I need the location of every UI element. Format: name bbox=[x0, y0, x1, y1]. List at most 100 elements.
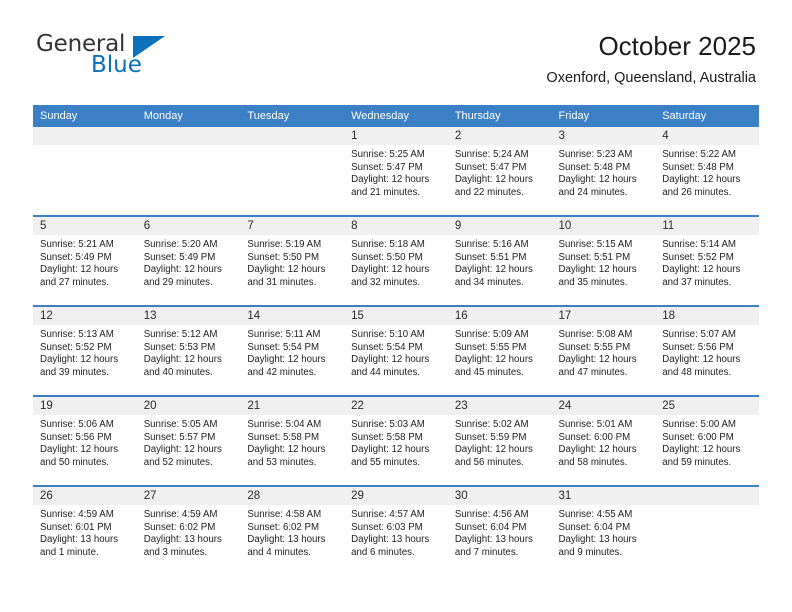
day-cell-inner: 2 Sunrise: 5:24 AM Sunset: 5:47 PM Daylight… bbox=[447, 127, 552, 215]
day-cell-inner: 7 Sunrise: 5:19 AM Sunset: 5:50 PM Daylight… bbox=[240, 217, 345, 305]
calendar-day-cell[interactable]: 3 Sunrise: 5:23 AM Sunset: 5:48 PM Daylight… bbox=[551, 127, 656, 216]
day-cell-details: Sunrise: 5:00 AM Sunset: 6:00 PM Daylight:… bbox=[655, 415, 759, 469]
calendar-day-cell[interactable]: 31 Sunrise: 4:55 AM Sunset: 6:04 PM Dayligh… bbox=[551, 485, 656, 575]
day-cell-details: Sunrise: 4:58 AM Sunset: 6:02 PM Daylight:… bbox=[240, 505, 344, 559]
sunset-text: Sunset: 5:55 PM bbox=[454, 341, 527, 353]
sunrise-text: Sunrise: 5:22 AM bbox=[662, 149, 736, 160]
day-cell-inner: 3 Sunrise: 5:23 AM Sunset: 5:48 PM Daylight… bbox=[551, 127, 656, 215]
day-cell-inner: 10 Sunrise: 5:15 AM Sunset: 5:51 PM Dayligh… bbox=[551, 217, 656, 305]
calendar-day-cell[interactable]: 14 Sunrise: 5:11 AM Sunset: 5:54 PM Dayligh… bbox=[240, 305, 345, 396]
sunrise-text: Sunrise: 5:20 AM bbox=[143, 239, 218, 250]
calendar-day-cell[interactable]: 30 Sunrise: 4:56 AM Sunset: 6:04 PM Dayligh… bbox=[447, 485, 552, 575]
calendar-day-cell[interactable]: 26 Sunrise: 4:59 AM Sunset: 6:01 PM Dayligh… bbox=[33, 485, 137, 575]
sunrise-text: Sunrise: 4:59 AM bbox=[143, 509, 218, 520]
day-number: 9 bbox=[447, 217, 552, 235]
sunrise-text: Sunrise: 4:56 AM bbox=[454, 509, 529, 520]
sunrise-text: Sunrise: 4:57 AM bbox=[351, 509, 425, 520]
calendar-day-cell[interactable]: 6 Sunrise: 5:20 AM Sunset: 5:49 PM Daylight… bbox=[136, 215, 241, 306]
daylight-text: Daylight: 12 hours and 22 minutes. bbox=[454, 174, 533, 198]
calendar-day-cell[interactable]: 9 Sunrise: 5:16 AM Sunset: 5:51 PM Daylight… bbox=[447, 215, 552, 306]
general-blue-logo[interactable]: General Blue bbox=[36, 32, 236, 88]
day-number: 28 bbox=[240, 487, 345, 505]
calendar-day-cell[interactable]: 25 Sunrise: 5:00 AM Sunset: 6:00 PM Dayligh… bbox=[655, 395, 759, 486]
calendar-day-cell[interactable]: 20 Sunrise: 5:05 AM Sunset: 5:57 PM Dayligh… bbox=[136, 395, 241, 486]
day-cell-details: Sunrise: 5:01 AM Sunset: 6:00 PM Daylight:… bbox=[552, 415, 656, 469]
sunrise-text: Sunrise: 5:12 AM bbox=[143, 329, 218, 340]
sunset-text: Sunset: 5:58 PM bbox=[247, 431, 320, 443]
weekday-header-sunday: Sunday bbox=[33, 105, 137, 127]
blue-triangle-icon bbox=[133, 36, 165, 58]
day-number: 3 bbox=[551, 127, 656, 145]
daylight-text: Daylight: 12 hours and 59 minutes. bbox=[662, 444, 741, 468]
sunrise-text: Sunrise: 5:03 AM bbox=[351, 419, 425, 430]
calendar-day-cell[interactable]: 4 Sunrise: 5:22 AM Sunset: 5:48 PM Daylight… bbox=[655, 127, 759, 216]
day-cell-inner: 4 Sunrise: 5:22 AM Sunset: 5:48 PM Daylight… bbox=[655, 127, 759, 215]
calendar-day-cell[interactable]: 11 Sunrise: 5:14 AM Sunset: 5:52 PM Dayligh… bbox=[655, 215, 759, 306]
calendar-day-cell[interactable]: 23 Sunrise: 5:02 AM Sunset: 5:59 PM Dayligh… bbox=[447, 395, 552, 486]
daylight-text: Daylight: 12 hours and 56 minutes. bbox=[454, 444, 533, 468]
calendar-day-cell[interactable]: 29 Sunrise: 4:57 AM Sunset: 6:03 PM Dayligh… bbox=[344, 485, 448, 575]
calendar-day-cell[interactable]: 1 Sunrise: 5:25 AM Sunset: 5:47 PM Daylight… bbox=[344, 127, 448, 216]
daylight-text: Daylight: 12 hours and 53 minutes. bbox=[247, 444, 326, 468]
sunrise-text: Sunrise: 5:09 AM bbox=[454, 329, 529, 340]
sunset-text: Sunset: 5:48 PM bbox=[662, 161, 734, 173]
sunset-text: Sunset: 5:52 PM bbox=[40, 341, 112, 353]
calendar-day-cell[interactable]: 2 Sunrise: 5:24 AM Sunset: 5:47 PM Daylight… bbox=[447, 127, 552, 216]
sunset-text: Sunset: 6:02 PM bbox=[143, 521, 216, 533]
day-number: 8 bbox=[344, 217, 448, 235]
calendar-day-cell[interactable]: 10 Sunrise: 5:15 AM Sunset: 5:51 PM Dayligh… bbox=[551, 215, 656, 306]
sunset-text: Sunset: 5:49 PM bbox=[143, 251, 216, 263]
calendar-day-cell[interactable]: 17 Sunrise: 5:08 AM Sunset: 5:55 PM Dayligh… bbox=[551, 305, 656, 396]
day-number: 6 bbox=[136, 217, 241, 235]
day-cell-details: Sunrise: 5:06 AM Sunset: 5:56 PM Daylight:… bbox=[33, 415, 137, 469]
sunrise-text: Sunrise: 5:01 AM bbox=[558, 419, 633, 430]
day-cell-inner bbox=[240, 127, 345, 215]
day-cell-details: Sunrise: 5:25 AM Sunset: 5:47 PM Daylight:… bbox=[344, 145, 448, 199]
day-cell-details: Sunrise: 5:04 AM Sunset: 5:58 PM Daylight:… bbox=[240, 415, 344, 469]
calendar-day-cell[interactable]: 7 Sunrise: 5:19 AM Sunset: 5:50 PM Daylight… bbox=[240, 215, 345, 306]
calendar-day-cell[interactable]: 13 Sunrise: 5:12 AM Sunset: 5:53 PM Dayligh… bbox=[136, 305, 241, 396]
daylight-text: Daylight: 12 hours and 26 minutes. bbox=[662, 174, 741, 198]
sunrise-text: Sunrise: 4:55 AM bbox=[558, 509, 633, 520]
daylight-text: Daylight: 13 hours and 1 minute. bbox=[40, 534, 119, 558]
sunrise-text: Sunrise: 5:07 AM bbox=[662, 329, 736, 340]
day-cell-inner: 31 Sunrise: 4:55 AM Sunset: 6:04 PM Dayligh… bbox=[551, 487, 656, 575]
page-header: General Blue October 2025 Oxenford, Quee… bbox=[0, 0, 792, 86]
day-cell-details: Sunrise: 5:02 AM Sunset: 5:59 PM Daylight:… bbox=[448, 415, 552, 469]
sunset-text: Sunset: 5:48 PM bbox=[558, 161, 631, 173]
day-number: 13 bbox=[136, 307, 241, 325]
day-cell-inner: 19 Sunrise: 5:06 AM Sunset: 5:56 PM Dayligh… bbox=[33, 397, 137, 485]
daylight-text: Daylight: 12 hours and 29 minutes. bbox=[143, 264, 222, 288]
sunset-text: Sunset: 5:47 PM bbox=[454, 161, 527, 173]
calendar-day-cell[interactable]: 5 Sunrise: 5:21 AM Sunset: 5:49 PM Daylight… bbox=[33, 215, 137, 306]
sunset-text: Sunset: 6:00 PM bbox=[558, 431, 631, 443]
sunrise-text: Sunrise: 5:00 AM bbox=[662, 419, 736, 430]
calendar-day-cell[interactable]: 27 Sunrise: 4:59 AM Sunset: 6:02 PM Dayligh… bbox=[136, 485, 241, 575]
calendar-week-row: 1 Sunrise: 5:25 AM Sunset: 5:47 PM Daylight… bbox=[33, 127, 759, 216]
calendar-day-cell[interactable]: 12 Sunrise: 5:13 AM Sunset: 5:52 PM Dayligh… bbox=[33, 305, 137, 396]
day-number: 7 bbox=[240, 217, 345, 235]
sunset-text: Sunset: 5:47 PM bbox=[351, 161, 423, 173]
day-number: 26 bbox=[33, 487, 137, 505]
calendar-week-row: 12 Sunrise: 5:13 AM Sunset: 5:52 PM Dayligh… bbox=[33, 305, 759, 396]
calendar-day-cell[interactable]: 16 Sunrise: 5:09 AM Sunset: 5:55 PM Dayligh… bbox=[447, 305, 552, 396]
weekday-header-wednesday: Wednesday bbox=[344, 105, 448, 127]
day-cell-inner: 17 Sunrise: 5:08 AM Sunset: 5:55 PM Dayligh… bbox=[551, 307, 656, 395]
sunrise-text: Sunrise: 5:19 AM bbox=[247, 239, 322, 250]
sunset-text: Sunset: 5:51 PM bbox=[558, 251, 631, 263]
day-cell-inner: 26 Sunrise: 4:59 AM Sunset: 6:01 PM Dayligh… bbox=[33, 487, 137, 575]
day-cell-inner: 6 Sunrise: 5:20 AM Sunset: 5:49 PM Daylight… bbox=[136, 217, 241, 305]
day-number bbox=[136, 127, 241, 145]
calendar-day-cell[interactable]: 24 Sunrise: 5:01 AM Sunset: 6:00 PM Dayligh… bbox=[551, 395, 656, 486]
sunrise-text: Sunrise: 5:05 AM bbox=[143, 419, 218, 430]
calendar-day-cell[interactable]: 8 Sunrise: 5:18 AM Sunset: 5:50 PM Daylight… bbox=[344, 215, 448, 306]
calendar-day-cell[interactable]: 21 Sunrise: 5:04 AM Sunset: 5:58 PM Dayligh… bbox=[240, 395, 345, 486]
calendar-day-cell[interactable]: 18 Sunrise: 5:07 AM Sunset: 5:56 PM Dayligh… bbox=[655, 305, 759, 396]
sunset-text: Sunset: 5:55 PM bbox=[558, 341, 631, 353]
day-number: 1 bbox=[344, 127, 448, 145]
calendar-day-cell[interactable]: 22 Sunrise: 5:03 AM Sunset: 5:58 PM Dayligh… bbox=[344, 395, 448, 486]
calendar-day-cell[interactable]: 19 Sunrise: 5:06 AM Sunset: 5:56 PM Dayligh… bbox=[33, 395, 137, 486]
calendar-day-cell[interactable]: 15 Sunrise: 5:10 AM Sunset: 5:54 PM Dayligh… bbox=[344, 305, 448, 396]
calendar-day-cell[interactable]: 28 Sunrise: 4:58 AM Sunset: 6:02 PM Dayligh… bbox=[240, 485, 345, 575]
day-cell-details: Sunrise: 4:55 AM Sunset: 6:04 PM Daylight:… bbox=[552, 505, 656, 559]
